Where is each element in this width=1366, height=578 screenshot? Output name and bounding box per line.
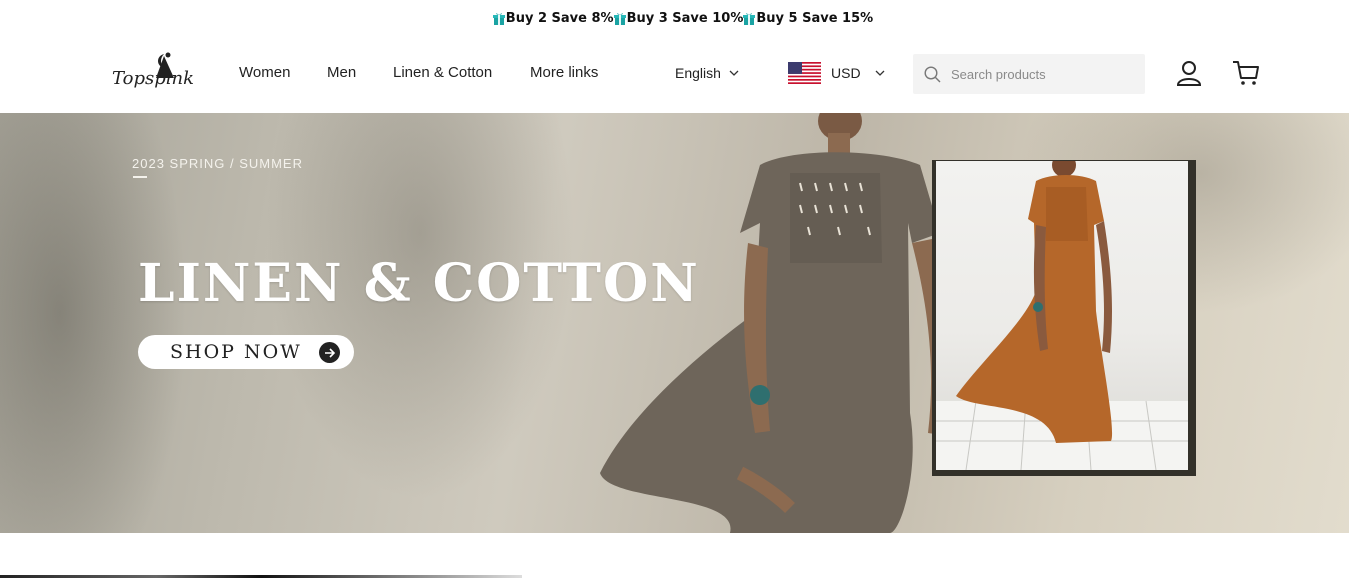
- chevron-down-icon: [875, 70, 885, 76]
- gift-icon: [613, 12, 626, 25]
- search-icon[interactable]: [924, 65, 941, 83]
- account-icon[interactable]: [1174, 58, 1204, 88]
- promo-text-1: Buy 2 Save 8%: [505, 10, 614, 26]
- search-box: [913, 54, 1145, 94]
- logo[interactable]: Topspink: [108, 50, 194, 98]
- chevron-down-icon: [729, 70, 739, 76]
- inset-model-image: [936, 161, 1188, 470]
- arrow-right-icon: [319, 342, 340, 363]
- us-flag-icon: [788, 62, 821, 84]
- gift-icon: [492, 12, 505, 25]
- shop-now-label: SHOP NOW: [170, 341, 302, 363]
- nav-more-links[interactable]: More links: [530, 64, 598, 81]
- language-label: English: [675, 65, 721, 81]
- gift-icon: [743, 12, 756, 25]
- nav-women[interactable]: Women: [239, 64, 290, 81]
- nav-men[interactable]: Men: [327, 64, 356, 81]
- site-header: Topspink Women Men Linen & Cotton More l…: [0, 36, 1366, 113]
- promo-text-3: Buy 5 Save 15%: [756, 10, 874, 26]
- logo-text: Topspink: [112, 68, 194, 89]
- currency-selector[interactable]: USD: [788, 62, 885, 84]
- cart-icon[interactable]: [1231, 58, 1261, 88]
- hero-season: 2023 SPRING / SUMMER: [132, 156, 303, 171]
- announcement-bar: Buy 2 Save 8% Buy 3 Save 10% Buy 5 Save …: [0, 0, 1366, 36]
- currency-label: USD: [831, 65, 861, 81]
- promo-text-2: Buy 3 Save 10%: [626, 10, 744, 26]
- hero-banner[interactable]: 2023 SPRING / SUMMER LINEN & COTTON SHOP…: [0, 113, 1349, 533]
- inset-photo: [936, 161, 1188, 470]
- nav-linen-cotton[interactable]: Linen & Cotton: [393, 64, 492, 81]
- search-input[interactable]: [949, 65, 1133, 83]
- hero-model-image: [600, 113, 945, 533]
- language-selector[interactable]: English: [675, 65, 739, 81]
- hero-season-underline: [133, 176, 147, 178]
- shop-now-button[interactable]: SHOP NOW: [138, 335, 354, 369]
